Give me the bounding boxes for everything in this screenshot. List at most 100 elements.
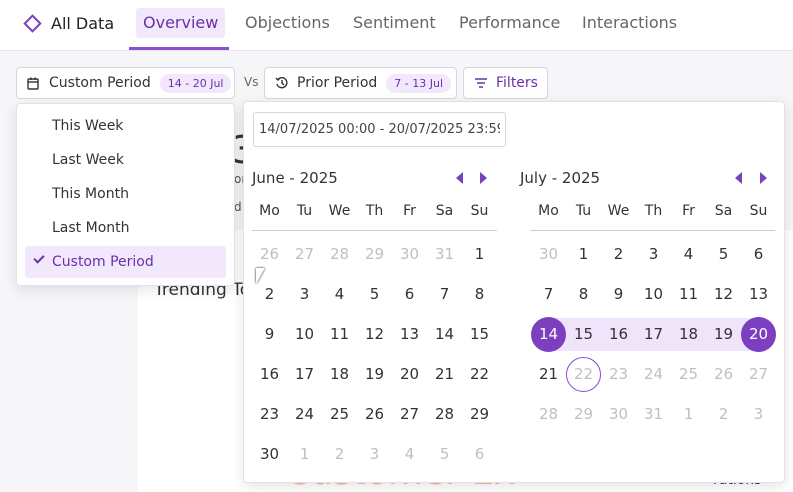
calendar-day[interactable]: 18 (671, 317, 706, 352)
menu-item-last-week[interactable]: Last Week (25, 144, 226, 176)
calendar-day[interactable]: 9 (252, 317, 287, 352)
calendar-day[interactable]: 27 (741, 357, 776, 392)
calendar-day[interactable]: 1 (462, 237, 497, 272)
tab-performance[interactable]: Performance (459, 8, 560, 38)
brand[interactable]: All Data (23, 14, 114, 33)
calendar-day[interactable]: 3 (741, 397, 776, 432)
month-title-left: June - 2025 (252, 169, 338, 187)
calendar-day[interactable]: 4 (671, 237, 706, 272)
calendar-day[interactable]: 30 (392, 237, 427, 272)
calendar-day[interactable]: 6 (462, 437, 497, 472)
calendar-day[interactable]: 16 (252, 357, 287, 392)
menu-item-this-month[interactable]: This Month (25, 178, 226, 210)
menu-item-last-month[interactable]: Last Month (25, 212, 226, 244)
calendar-day[interactable]: 11 (671, 277, 706, 312)
calendar-day[interactable]: 10 (287, 317, 322, 352)
calendar-day[interactable]: 3 (636, 237, 671, 272)
calendar-day[interactable]: 22 (462, 357, 497, 392)
calendar-day[interactable]: 17 (636, 317, 671, 352)
calendar-day[interactable]: 30 (252, 437, 287, 472)
calendar-day[interactable]: 15 (462, 317, 497, 352)
calendar-day[interactable]: 19 (706, 317, 741, 352)
calendar-day[interactable]: 18 (322, 357, 357, 392)
tab-objections[interactable]: Objections (245, 8, 330, 38)
month-title-right: July - 2025 (520, 169, 601, 187)
calendar-day[interactable]: 29 (357, 237, 392, 272)
calendar-day[interactable]: 31 (636, 397, 671, 432)
period-selector[interactable]: Custom Period 14 - 20 Jul (16, 67, 235, 99)
calendar-day[interactable]: 2 (706, 397, 741, 432)
calendar-day[interactable]: 14 (427, 317, 462, 352)
calendar-day[interactable]: 9 (601, 277, 636, 312)
calendar-day[interactable]: 2 (601, 237, 636, 272)
filter-icon (475, 78, 487, 88)
calendar-day[interactable]: 11 (322, 317, 357, 352)
calendar-day[interactable]: 30 (601, 397, 636, 432)
calendar-day[interactable]: 4 (392, 437, 427, 472)
calendar-day[interactable]: 27 (392, 397, 427, 432)
calendar-day[interactable]: 30 (531, 237, 566, 272)
calendar-day[interactable]: 28 (322, 237, 357, 272)
calendar-day[interactable]: 12 (357, 317, 392, 352)
calendar-day[interactable]: 7 (427, 277, 462, 312)
calendar-day[interactable]: 21 (427, 357, 462, 392)
calendar-day[interactable]: 28 (531, 397, 566, 432)
tab-sentiment[interactable]: Sentiment (353, 8, 436, 38)
calendar-day[interactable]: 2 (322, 437, 357, 472)
calendar-day[interactable]: 5 (706, 237, 741, 272)
calendar-day[interactable]: 1 (566, 237, 601, 272)
calendar-day[interactable]: 29 (566, 397, 601, 432)
calendar-day[interactable]: 26 (252, 237, 287, 272)
calendar-day[interactable]: 24 (287, 397, 322, 432)
calendar-day[interactable]: 13 (392, 317, 427, 352)
next-month-arrow-icon[interactable] (760, 172, 767, 184)
calendar-day[interactable]: 13 (741, 277, 776, 312)
calendar-day[interactable]: 25 (322, 397, 357, 432)
calendar-day[interactable]: 27 (287, 237, 322, 272)
calendar-day[interactable]: 29 (462, 397, 497, 432)
date-range-input[interactable] (253, 112, 506, 147)
calendar-day[interactable]: 7 (531, 277, 566, 312)
calendar-day[interactable]: 28 (427, 397, 462, 432)
calendar-day[interactable]: 21 (531, 357, 566, 392)
calendar-day[interactable]: 17 (287, 357, 322, 392)
calendar-day[interactable]: 20 (741, 317, 776, 352)
calendar-day[interactable]: 8 (462, 277, 497, 312)
menu-item-custom-period[interactable]: Custom Period (25, 246, 226, 278)
weekday-divider (252, 230, 497, 231)
prior-period-label: Prior Period (297, 75, 378, 91)
calendar-day[interactable]: 5 (357, 277, 392, 312)
calendar-day[interactable]: 1 (287, 437, 322, 472)
calendar-day[interactable]: 3 (287, 277, 322, 312)
tab-overview[interactable]: Overview (136, 8, 226, 38)
menu-item-this-week[interactable]: This Week (25, 110, 226, 142)
filters-button[interactable]: Filters (463, 67, 548, 99)
calendar-day[interactable]: 22 (566, 357, 601, 392)
calendar-day[interactable]: 4 (322, 277, 357, 312)
calendar-day[interactable]: 12 (706, 277, 741, 312)
calendar-day[interactable]: 19 (357, 357, 392, 392)
calendar-day[interactable]: 10 (636, 277, 671, 312)
calendar-day[interactable]: 6 (741, 237, 776, 272)
calendar-day[interactable]: 26 (357, 397, 392, 432)
prev-month-arrow-icon[interactable] (456, 172, 463, 184)
calendar-day[interactable]: 26 (706, 357, 741, 392)
calendar-day[interactable]: 6 (392, 277, 427, 312)
calendar-day[interactable]: 25 (671, 357, 706, 392)
calendar-day[interactable]: 23 (252, 397, 287, 432)
calendar-day[interactable]: 1 (671, 397, 706, 432)
next-month-arrow-icon[interactable] (480, 172, 487, 184)
calendar-day[interactable]: 5 (427, 437, 462, 472)
calendar-day[interactable]: 31 (427, 237, 462, 272)
calendar-day[interactable]: 16 (601, 317, 636, 352)
calendar-day[interactable]: 14 (531, 317, 566, 352)
calendar-day[interactable]: 24 (636, 357, 671, 392)
calendar-day[interactable]: 20 (392, 357, 427, 392)
calendar-day[interactable]: 23 (601, 357, 636, 392)
calendar-day[interactable]: 15 (566, 317, 601, 352)
prev-month-arrow-icon[interactable] (735, 172, 742, 184)
tab-interactions[interactable]: Interactions (582, 8, 677, 38)
calendar-day[interactable]: 3 (357, 437, 392, 472)
calendar-day[interactable]: 8 (566, 277, 601, 312)
prior-period-selector[interactable]: Prior Period 7 - 13 Jul (264, 67, 457, 99)
